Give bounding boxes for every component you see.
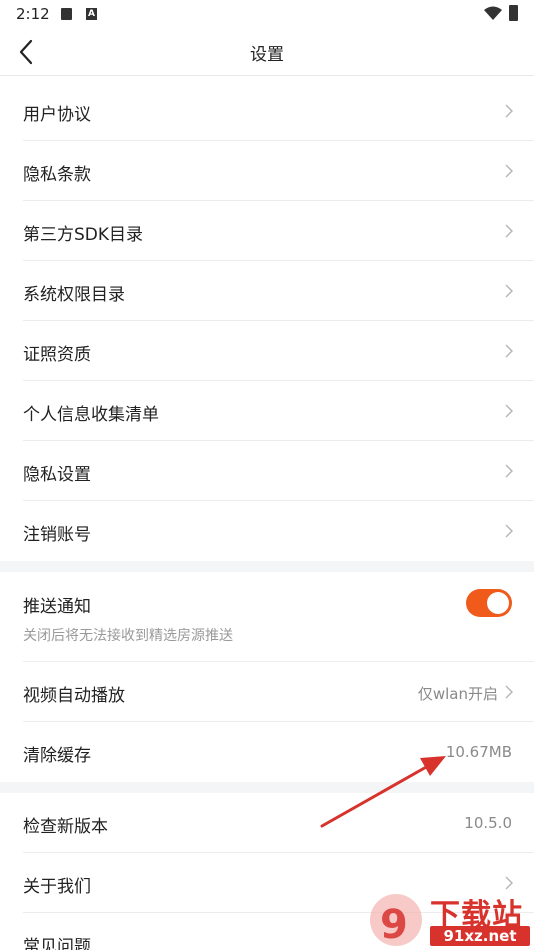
section-gap xyxy=(0,561,534,572)
battery-icon xyxy=(509,5,518,21)
version-label: 检查新版本 xyxy=(23,817,108,837)
settings-item-label: 第三方SDK目录 xyxy=(23,225,144,245)
notification-a-icon: A xyxy=(86,8,97,20)
page-title: 设置 xyxy=(250,45,284,65)
watermark-domain: 91xz.net xyxy=(430,926,530,946)
settings-item-push-notification: 推送通知 关闭后将无法接收到精选房源推送 xyxy=(0,572,534,662)
settings-item-personal-info-list[interactable]: 个人信息收集清单 xyxy=(0,381,534,441)
chevron-right-icon xyxy=(505,284,513,298)
status-time: 2:12 xyxy=(16,5,50,23)
chevron-right-icon xyxy=(505,404,513,418)
chevron-right-icon xyxy=(505,344,513,358)
settings-item-label: 隐私设置 xyxy=(23,465,91,485)
settings-item-label: 系统权限目录 xyxy=(23,285,125,305)
wifi-icon xyxy=(484,6,502,20)
chevron-right-icon xyxy=(505,104,513,118)
settings-item-user-agreement[interactable]: 用户协议 xyxy=(0,81,534,141)
settings-item-system-permissions[interactable]: 系统权限目录 xyxy=(0,261,534,321)
settings-item-video-autoplay[interactable]: 视频自动播放 仅wlan开启 xyxy=(0,662,534,722)
settings-item-label: 隐私条款 xyxy=(23,165,91,185)
settings-item-privacy-terms[interactable]: 隐私条款 xyxy=(0,141,534,201)
settings-item-label: 个人信息收集清单 xyxy=(23,405,159,425)
video-value: 仅wlan开启 xyxy=(417,685,498,703)
about-label: 关于我们 xyxy=(23,877,91,897)
settings-item-delete-account[interactable]: 注销账号 xyxy=(0,501,534,561)
settings-item-clear-cache[interactable]: 清除缓存 10.67MB xyxy=(0,722,534,782)
video-label: 视频自动播放 xyxy=(23,686,125,706)
sim-card-icon xyxy=(61,8,72,20)
cache-label: 清除缓存 xyxy=(23,746,91,766)
settings-item-privacy-settings[interactable]: 隐私设置 xyxy=(0,441,534,501)
chevron-right-icon xyxy=(505,164,513,178)
svg-text:9: 9 xyxy=(380,902,408,948)
chevron-right-icon xyxy=(505,685,513,699)
push-subtitle: 关闭后将无法接收到精选房源推送 xyxy=(23,628,233,644)
settings-item-label: 用户协议 xyxy=(23,105,91,125)
status-bar: 2:12 A xyxy=(0,0,534,28)
push-label: 推送通知 xyxy=(23,597,91,617)
cache-value: 10.67MB xyxy=(445,743,512,761)
annotation-arrow xyxy=(320,756,446,828)
chevron-right-icon xyxy=(505,464,513,478)
settings-item-label: 注销账号 xyxy=(23,525,91,545)
version-value: 10.5.0 xyxy=(464,814,512,832)
settings-item-check-version[interactable]: 检查新版本 10.5.0 xyxy=(0,793,534,853)
title-bar: 设置 xyxy=(0,28,534,76)
chevron-right-icon xyxy=(505,524,513,538)
settings-item-licenses[interactable]: 证照资质 xyxy=(0,321,534,381)
toggle-knob xyxy=(487,592,509,614)
settings-item-third-party-sdk[interactable]: 第三方SDK目录 xyxy=(0,201,534,261)
settings-item-label: 证照资质 xyxy=(23,345,91,365)
push-toggle[interactable] xyxy=(466,589,512,617)
faq-label: 常见问题 xyxy=(23,937,91,950)
chevron-right-icon xyxy=(505,224,513,238)
section-gap xyxy=(0,782,534,793)
